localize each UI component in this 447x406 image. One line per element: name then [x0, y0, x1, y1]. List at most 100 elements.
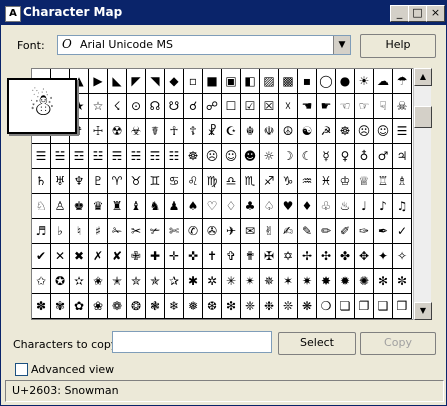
char-cell[interactable]: ▪ — [298, 69, 317, 94]
char-cell[interactable]: ✞ — [222, 244, 241, 269]
char-cell[interactable]: ✠ — [260, 244, 279, 269]
char-cell[interactable]: ♯ — [89, 219, 108, 244]
char-cell[interactable]: ✘ — [108, 244, 127, 269]
char-cell[interactable]: ☸ — [184, 144, 203, 169]
char-cell[interactable]: ✑ — [355, 219, 374, 244]
char-cell[interactable]: ♤ — [260, 194, 279, 219]
char-cell[interactable]: ⊙ — [127, 94, 146, 119]
char-cell[interactable]: ▨ — [260, 69, 279, 94]
char-cell[interactable]: ♕ — [355, 169, 374, 194]
vertical-scrollbar[interactable]: ▲ ▼ — [413, 68, 432, 320]
char-cell[interactable]: ♖ — [374, 169, 393, 194]
char-cell[interactable]: ✕ — [51, 244, 70, 269]
char-cell[interactable]: ☮ — [279, 119, 298, 144]
char-cell[interactable]: ❋ — [298, 294, 317, 319]
close-button[interactable]: × — [426, 5, 445, 22]
char-cell[interactable]: ♛ — [89, 194, 108, 219]
char-cell[interactable]: ♨ — [336, 194, 355, 219]
char-cell[interactable]: ✖ — [70, 244, 89, 269]
char-cell[interactable]: ♉ — [127, 169, 146, 194]
char-cell[interactable]: ♁ — [355, 144, 374, 169]
char-cell[interactable]: ♎ — [222, 169, 241, 194]
char-cell[interactable]: ✒ — [374, 219, 393, 244]
scroll-thumb[interactable] — [414, 106, 432, 128]
char-cell[interactable]: ✚ — [146, 244, 165, 269]
char-cell[interactable]: ☫ — [260, 119, 279, 144]
char-cell[interactable]: ♗ — [393, 169, 412, 194]
char-cell[interactable]: ♂ — [374, 144, 393, 169]
char-cell[interactable]: ☜ — [336, 94, 355, 119]
char-cell[interactable]: ▣ — [222, 69, 241, 94]
char-cell[interactable]: ✹ — [336, 269, 355, 294]
char-cell[interactable]: ❅ — [184, 294, 203, 319]
char-cell[interactable]: ☶ — [146, 144, 165, 169]
char-cell[interactable]: ☠ — [393, 94, 412, 119]
char-cell[interactable]: ✤ — [336, 244, 355, 269]
char-cell[interactable]: ❄ — [165, 294, 184, 319]
char-cell[interactable]: ☒ — [260, 94, 279, 119]
char-cell[interactable]: ✸ — [317, 269, 336, 294]
scroll-up-arrow-icon[interactable]: ▲ — [414, 68, 432, 86]
char-cell[interactable]: ♣ — [241, 194, 260, 219]
char-cell[interactable]: ✭ — [108, 269, 127, 294]
char-cell[interactable]: ✐ — [336, 219, 355, 244]
char-cell[interactable]: ✥ — [355, 244, 374, 269]
char-cell[interactable]: ☪ — [222, 119, 241, 144]
char-cell[interactable]: ♒ — [298, 169, 317, 194]
char-cell[interactable]: ☓ — [279, 94, 298, 119]
char-cell[interactable]: ☼ — [260, 144, 279, 169]
char-cell[interactable]: ☢ — [108, 119, 127, 144]
char-cell[interactable]: ◧ — [241, 69, 260, 94]
char-cell[interactable]: ♔ — [336, 169, 355, 194]
char-cell[interactable]: ✳ — [222, 269, 241, 294]
char-cell[interactable]: ☸ — [336, 119, 355, 144]
char-cell[interactable]: ✿ — [70, 294, 89, 319]
char-cell[interactable]: ● — [336, 69, 355, 94]
char-cell[interactable]: ☐ — [222, 94, 241, 119]
char-cell[interactable]: ◤ — [127, 69, 146, 94]
char-cell[interactable]: ✱ — [184, 269, 203, 294]
char-cell[interactable]: ☵ — [127, 144, 146, 169]
char-cell[interactable]: ♘ — [32, 194, 51, 219]
char-cell[interactable]: ☆ — [89, 94, 108, 119]
char-cell[interactable]: ❂ — [127, 294, 146, 319]
char-cell[interactable]: ♋ — [165, 169, 184, 194]
char-cell[interactable]: ✷ — [298, 269, 317, 294]
char-cell[interactable]: ☦ — [184, 119, 203, 144]
char-cell[interactable]: ☤ — [146, 119, 165, 144]
char-cell[interactable]: ♮ — [70, 219, 89, 244]
char-cell[interactable]: ☷ — [165, 144, 184, 169]
char-cell[interactable]: ☚ — [298, 94, 317, 119]
char-cell[interactable]: ▩ — [279, 69, 298, 94]
char-cell[interactable]: ❇ — [222, 294, 241, 319]
char-cell[interactable]: ❈ — [241, 294, 260, 319]
char-cell[interactable]: ☧ — [203, 119, 222, 144]
char-cell[interactable]: ✜ — [184, 244, 203, 269]
char-cell[interactable]: ✶ — [279, 269, 298, 294]
char-cell[interactable]: ✃ — [146, 219, 165, 244]
char-cell[interactable]: ♬ — [32, 219, 51, 244]
char-cell[interactable]: ✁ — [108, 219, 127, 244]
char-cell[interactable]: ◯ — [317, 69, 336, 94]
chevron-down-icon[interactable]: ▼ — [333, 36, 350, 54]
char-cell[interactable]: ♟ — [165, 194, 184, 219]
char-cell[interactable]: ✰ — [165, 269, 184, 294]
char-cell[interactable]: ✌ — [260, 219, 279, 244]
char-cell[interactable]: ☬ — [241, 119, 260, 144]
character-grid[interactable]: ▲ ▶ ◣ ◤ ◥ ◆ ▫ ■ ▣ ◧ ▨ ▩ ▪ ◯ ● ☀ ☁ ☂ ★ ☆ ☇ ⊙ ☊ ☋ ☌ ☍ ☐ ☑ ☒ ☓ ☚ ☛ ☜ ☞ ☟ ☠ ☨ ☩ ☢ ☣… — [31, 68, 428, 320]
char-cell[interactable]: ✵ — [260, 269, 279, 294]
char-cell[interactable]: ✂ — [127, 219, 146, 244]
char-cell[interactable]: ☭ — [317, 119, 336, 144]
char-cell[interactable]: ❏ — [336, 294, 355, 319]
char-cell[interactable]: ✎ — [298, 219, 317, 244]
char-cell[interactable]: ❀ — [89, 294, 108, 319]
font-select[interactable]: O Arial Unicode MS ▼ — [57, 35, 351, 55]
title-bar[interactable]: A Character Map _ □ × — [1, 1, 446, 25]
char-cell[interactable]: ✲ — [203, 269, 222, 294]
char-cell[interactable]: ♧ — [317, 194, 336, 219]
char-cell[interactable]: ♩ — [355, 194, 374, 219]
char-cell[interactable]: ✉ — [241, 219, 260, 244]
char-cell[interactable]: ✆ — [184, 219, 203, 244]
char-cell[interactable]: ✏ — [317, 219, 336, 244]
char-cell[interactable]: ◥ — [146, 69, 165, 94]
